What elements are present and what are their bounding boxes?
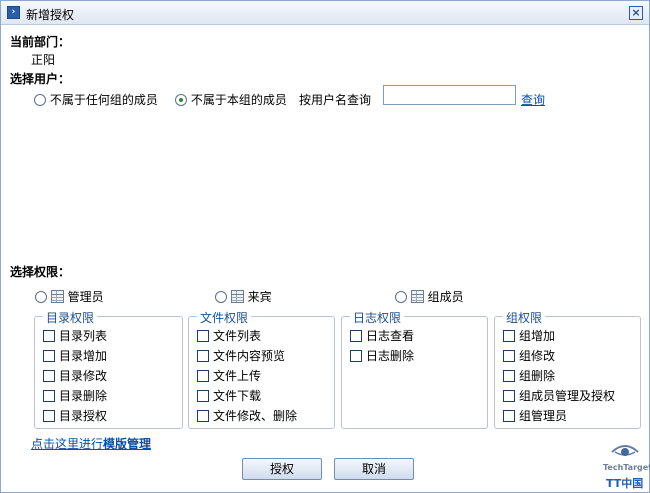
perm-label: 组增加 <box>519 329 556 343</box>
query-link[interactable]: 查询 <box>521 91 545 108</box>
checkbox[interactable] <box>350 350 362 362</box>
perm-file-upload[interactable]: 文件上传 <box>197 367 261 384</box>
group-title: 日志权限 <box>350 309 405 326</box>
perm-label: 文件下载 <box>213 389 262 403</box>
logo-text-tt: TT中国 <box>606 477 644 490</box>
perm-log-delete[interactable]: 日志删除 <box>350 347 414 364</box>
template-link-prefix: 点击这里进行 <box>31 437 104 451</box>
group-title: 组权限 <box>503 309 546 326</box>
perm-directory-grant[interactable]: 目录授权 <box>43 407 107 424</box>
role-option-member[interactable]: 组成员 <box>395 288 464 305</box>
role-option-guest[interactable]: 来宾 <box>215 288 272 305</box>
perm-label: 组管理员 <box>519 409 568 423</box>
checkbox[interactable] <box>197 390 209 402</box>
perm-label: 目录修改 <box>59 369 108 383</box>
role-label: 管理员 <box>67 290 104 304</box>
perm-group-add[interactable]: 组增加 <box>503 327 555 344</box>
perm-label: 目录授权 <box>59 409 108 423</box>
perm-label: 组修改 <box>519 349 556 363</box>
group-title: 文件权限 <box>197 309 252 326</box>
select-user-label: 选择用户： <box>10 72 71 86</box>
checkbox[interactable] <box>43 410 55 422</box>
radio-button[interactable] <box>395 291 407 303</box>
radio-button-selected[interactable] <box>175 94 187 106</box>
window-title: 新增授权 <box>26 8 75 22</box>
perm-label: 日志删除 <box>366 349 415 363</box>
perm-group-edit[interactable]: 组修改 <box>503 347 555 364</box>
perm-directory-list[interactable]: 目录列表 <box>43 327 107 344</box>
group-group-permissions: 组权限 组增加 组修改 组删除 组成员管理及授权 组管理员 <box>494 309 641 429</box>
group-title: 目录权限 <box>43 309 98 326</box>
perm-label: 目录增加 <box>59 349 108 363</box>
select-permission-label: 选择权限： <box>10 265 71 279</box>
grid-icon <box>230 290 244 303</box>
grid-icon <box>410 290 424 303</box>
perm-label: 目录列表 <box>59 329 108 343</box>
role-label: 组成员 <box>427 290 464 304</box>
group-log-permissions: 日志权限 日志查看 日志删除 <box>341 309 488 429</box>
grid-icon <box>50 290 64 303</box>
perm-group-delete[interactable]: 组删除 <box>503 367 555 384</box>
checkbox[interactable] <box>197 350 209 362</box>
checkbox[interactable] <box>503 390 515 402</box>
checkbox[interactable] <box>197 370 209 382</box>
perm-directory-edit[interactable]: 目录修改 <box>43 367 107 384</box>
perm-file-download[interactable]: 文件下载 <box>197 387 261 404</box>
radio-label: 不属于本组的成员 <box>190 93 287 107</box>
perm-log-view[interactable]: 日志查看 <box>350 327 414 344</box>
perm-label: 文件修改、删除 <box>213 409 298 423</box>
search-by-username-label: 按用户名查询 <box>299 93 372 107</box>
checkbox[interactable] <box>503 370 515 382</box>
role-option-admin[interactable]: 管理员 <box>35 288 104 305</box>
username-search-input[interactable] <box>383 85 516 105</box>
cancel-button[interactable]: 取消 <box>334 458 414 480</box>
authorize-button[interactable]: 授权 <box>242 458 322 480</box>
checkbox[interactable] <box>197 330 209 342</box>
checkbox[interactable] <box>43 370 55 382</box>
dialog-window: › 新增授权 × 当前部门： 正阳 选择用户： 不属于任何组的成员 不属于本组的… <box>0 0 650 493</box>
radio-option-not-this-group[interactable]: 不属于本组的成员 <box>175 91 287 108</box>
checkbox[interactable] <box>43 350 55 362</box>
perm-directory-add[interactable]: 目录增加 <box>43 347 107 364</box>
template-link-bold: 模版管理 <box>103 437 152 451</box>
perm-label: 文件列表 <box>213 329 262 343</box>
checkbox[interactable] <box>43 330 55 342</box>
perm-label: 文件上传 <box>213 369 262 383</box>
template-manage-link[interactable]: 点击这里进行模版管理 <box>31 435 151 452</box>
perm-file-edit-delete[interactable]: 文件修改、删除 <box>197 407 297 424</box>
perm-group-admin[interactable]: 组管理员 <box>503 407 567 424</box>
radio-button[interactable] <box>215 291 227 303</box>
perm-label: 日志查看 <box>366 329 415 343</box>
title-bar: › 新增授权 × <box>1 1 649 25</box>
checkbox[interactable] <box>503 350 515 362</box>
techtarget-logo: TechTarget TT中国 <box>603 441 650 491</box>
checkbox[interactable] <box>197 410 209 422</box>
eye-icon <box>611 445 639 456</box>
perm-group-member-manage[interactable]: 组成员管理及授权 <box>503 387 615 404</box>
group-file-permissions: 文件权限 文件列表 文件内容预览 文件上传 文件下载 文件修改、删除 <box>188 309 335 429</box>
checkbox[interactable] <box>43 390 55 402</box>
department-label: 当前部门： <box>10 35 71 49</box>
perm-directory-delete[interactable]: 目录删除 <box>43 387 107 404</box>
radio-option-no-group[interactable]: 不属于任何组的成员 <box>34 91 158 108</box>
radio-label: 不属于任何组的成员 <box>49 93 158 107</box>
group-directory-permissions: 目录权限 目录列表 目录增加 目录修改 目录删除 目录授权 <box>34 309 183 429</box>
checkbox[interactable] <box>350 330 362 342</box>
checkbox[interactable] <box>503 330 515 342</box>
perm-file-preview[interactable]: 文件内容预览 <box>197 347 285 364</box>
role-label: 来宾 <box>247 290 272 304</box>
perm-label: 目录删除 <box>59 389 108 403</box>
perm-file-list[interactable]: 文件列表 <box>197 327 261 344</box>
radio-button[interactable] <box>35 291 47 303</box>
checkbox[interactable] <box>503 410 515 422</box>
radio-button[interactable] <box>34 94 46 106</box>
perm-label: 组删除 <box>519 369 556 383</box>
perm-label: 文件内容预览 <box>213 349 286 363</box>
close-icon[interactable]: × <box>629 6 643 20</box>
window-icon: › <box>7 6 20 19</box>
logo-text-techtarget: TechTarget <box>603 463 650 472</box>
perm-label: 组成员管理及授权 <box>519 389 616 403</box>
department-value: 正阳 <box>31 53 56 67</box>
